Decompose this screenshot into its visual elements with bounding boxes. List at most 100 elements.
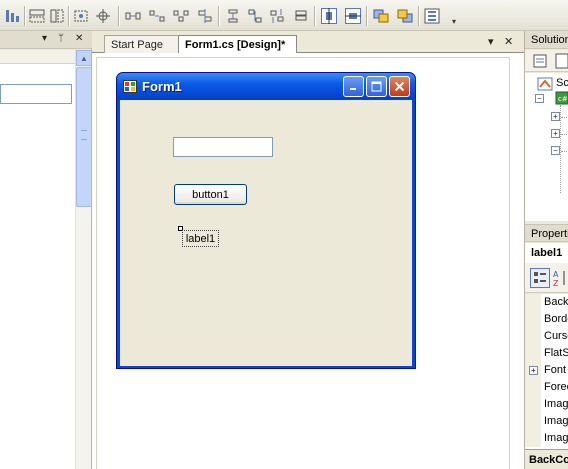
property-name: Borde [544,313,568,325]
increase-vertical-spacing-icon[interactable] [246,7,264,25]
row-margin [525,328,541,345]
expand-icon[interactable]: + [551,112,560,121]
right-tool-windows: Solution Sc − c# + + − Properti label1 A… [524,31,568,469]
categorized-icon[interactable] [530,268,550,288]
center-vertically-icon[interactable] [344,7,362,25]
close-icon[interactable]: ✕ [75,33,83,44]
property-name: Forec [544,381,568,393]
maximize-button[interactable] [366,76,387,97]
minimize-button[interactable] [343,76,364,97]
vertical-scrollbar[interactable]: ▲ [75,50,92,469]
decrease-vertical-spacing-icon[interactable] [268,7,286,25]
close-button[interactable] [389,76,410,97]
property-name: Backc [544,296,568,308]
left-pane-subheader [0,50,75,64]
expand-icon[interactable]: + [551,129,560,138]
project-icon: c# [555,91,568,105]
auto-hide-pin-icon[interactable]: ᛘ [58,33,64,44]
properties-selected-object[interactable]: label1 [525,243,568,263]
form1-window[interactable]: Form1 button1 label1 [116,72,416,369]
row-margin [525,379,541,396]
decrease-horizontal-spacing-icon[interactable] [172,7,190,25]
properties-icon[interactable] [533,53,549,69]
property-row[interactable]: Forec [525,379,568,396]
make-same-height-icon[interactable] [48,7,66,25]
tab-start-page[interactable]: Start Page [104,35,180,53]
make-same-width-icon[interactable] [28,7,46,25]
svg-text:c#: c# [558,95,568,103]
window-position-dropdown-icon[interactable]: ▾ [42,33,47,44]
solution-icon [537,77,553,91]
property-name: Font [544,364,567,376]
maximize-icon [371,81,382,92]
active-files-dropdown-icon[interactable]: ▾ [488,35,494,48]
layout-toolbar: ▾ [0,0,568,31]
toolbar-overflow-icon[interactable]: ▾ [449,16,459,28]
svg-text:A: A [553,270,559,279]
properties-title: Properti [525,224,568,242]
property-row[interactable]: + Font [525,362,568,379]
remove-vertical-spacing-icon[interactable] [292,7,310,25]
form-title: Form1 [142,79,182,94]
left-tool-window: ▾ ᛘ ✕ ▲ [0,31,92,469]
property-row[interactable]: Curso [525,328,568,345]
expand-icon[interactable]: + [529,366,538,375]
form-titlebar[interactable]: Form1 [117,73,415,100]
bring-to-front-icon[interactable] [372,7,390,25]
increase-horizontal-spacing-icon[interactable] [148,7,166,25]
row-margin [525,345,541,362]
tree-guide [561,134,568,135]
show-all-files-icon[interactable] [555,53,568,69]
tree-guide [560,105,561,193]
property-name: Curso [544,330,568,342]
solution-explorer-toolbar [525,50,568,72]
center-horizontally-icon[interactable] [320,7,338,25]
document-tab-strip: Start Page Form1.cs [Design]* ▾ ✕ [92,31,524,54]
size-to-grid-icon[interactable] [72,7,90,25]
send-to-back-icon[interactable] [396,7,414,25]
align-to-grid-icon[interactable] [4,7,22,25]
property-row[interactable]: Backc [525,294,568,311]
svg-text:Z: Z [553,279,559,288]
collapse-icon[interactable]: − [551,146,560,155]
center-icon[interactable] [94,7,112,25]
alphabetical-icon[interactable]: AZ [552,268,568,288]
close-document-icon[interactable]: ✕ [504,35,513,48]
vertical-spacing-equal-icon[interactable] [224,7,242,25]
toolbar-separator [218,6,219,26]
left-pane-content [0,50,75,469]
tab-form1-design[interactable]: Form1.cs [Design]* [178,35,297,54]
label1[interactable]: label1 [182,230,219,247]
textbox1[interactable] [173,137,273,157]
solution-node[interactable]: Sc [556,77,568,89]
horizontal-spacing-equal-icon[interactable] [124,7,142,25]
scroll-thumb[interactable] [76,67,92,207]
form-client-area[interactable]: button1 label1 [120,100,412,366]
property-description-title: BackCo [525,449,568,469]
property-row[interactable]: Imag [525,430,568,447]
property-row[interactable]: Imag [525,413,568,430]
property-row[interactable]: Borde [525,311,568,328]
tree-guide [561,117,568,118]
tab-order-icon[interactable] [424,7,442,25]
close-icon [394,81,405,92]
remove-horizontal-spacing-icon[interactable] [196,7,214,25]
tree-guide [561,151,568,152]
scroll-up-icon[interactable]: ▲ [76,50,92,66]
property-name: FlatS [544,347,568,359]
property-row[interactable]: FlatS [525,345,568,362]
toolbar-separator [68,6,69,26]
property-grid: Backc Borde Curso FlatS + Font Forec Imag… [525,294,568,449]
toolbar-separator [24,6,25,26]
solution-explorer-title: Solution [525,31,568,49]
row-margin [525,430,541,447]
property-name: Imag [544,398,568,410]
form-icon [123,80,137,93]
toolbar-separator [366,6,367,26]
property-row[interactable]: Imag [525,396,568,413]
collapse-icon[interactable]: − [535,94,544,103]
toolbar-separator [118,6,119,26]
left-pane-selected-item[interactable] [0,84,72,104]
row-margin [525,413,541,430]
button1[interactable]: button1 [174,184,247,205]
